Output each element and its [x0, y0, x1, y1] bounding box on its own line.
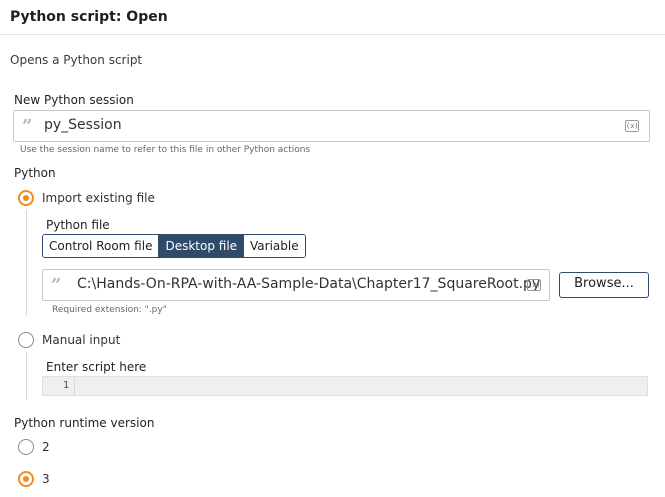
manual-input-label[interactable]: Manual input — [42, 333, 120, 347]
editor-gutter — [43, 377, 75, 395]
runtime-3-label[interactable]: 3 — [42, 472, 50, 486]
runtime-2-label[interactable]: 2 — [42, 440, 50, 454]
import-existing-label[interactable]: Import existing file — [42, 191, 155, 205]
manual-input-radio[interactable] — [18, 332, 34, 348]
tab-desktop-file[interactable]: Desktop file — [158, 235, 244, 257]
quote-icon: ” — [22, 116, 33, 137]
python-file-label: Python file — [46, 218, 110, 232]
page-title: Python script: Open — [10, 9, 168, 25]
python-label: Python — [14, 166, 56, 180]
quote-icon: ” — [51, 275, 62, 296]
file-extension-help: Required extension: ".py" — [52, 305, 167, 315]
file-path-input[interactable]: ” C:\Hands-On-RPA-with-AA-Sample-Data\Ch… — [42, 269, 550, 301]
import-group-line — [26, 210, 27, 316]
header-divider — [0, 34, 665, 35]
import-existing-radio[interactable] — [18, 190, 34, 206]
browse-button[interactable]: Browse... — [559, 272, 649, 298]
tab-variable[interactable]: Variable — [243, 235, 305, 257]
session-input[interactable]: ” py_Session (x) — [13, 110, 650, 142]
script-editor[interactable]: 1 — [42, 376, 648, 396]
file-path-value: C:\Hands-On-RPA-with-AA-Sample-Data\Chap… — [77, 276, 541, 292]
runtime-label: Python runtime version — [14, 416, 155, 430]
variable-icon[interactable]: (x) — [625, 120, 639, 132]
manual-group-line — [26, 352, 27, 400]
session-input-value: py_Session — [44, 117, 122, 133]
runtime-2-radio[interactable] — [18, 439, 34, 455]
line-number: 1 — [63, 380, 70, 391]
tab-control-room-file[interactable]: Control Room file — [43, 235, 159, 257]
session-label: New Python session — [14, 93, 134, 107]
variable-icon[interactable]: (x) — [527, 279, 541, 291]
session-help: Use the session name to refer to this fi… — [20, 145, 311, 155]
runtime-3-radio[interactable] — [18, 471, 34, 487]
script-label: Enter script here — [46, 360, 147, 374]
file-source-tabs: Control Room file Desktop file Variable — [42, 234, 306, 258]
page-description: Opens a Python script — [10, 53, 143, 67]
